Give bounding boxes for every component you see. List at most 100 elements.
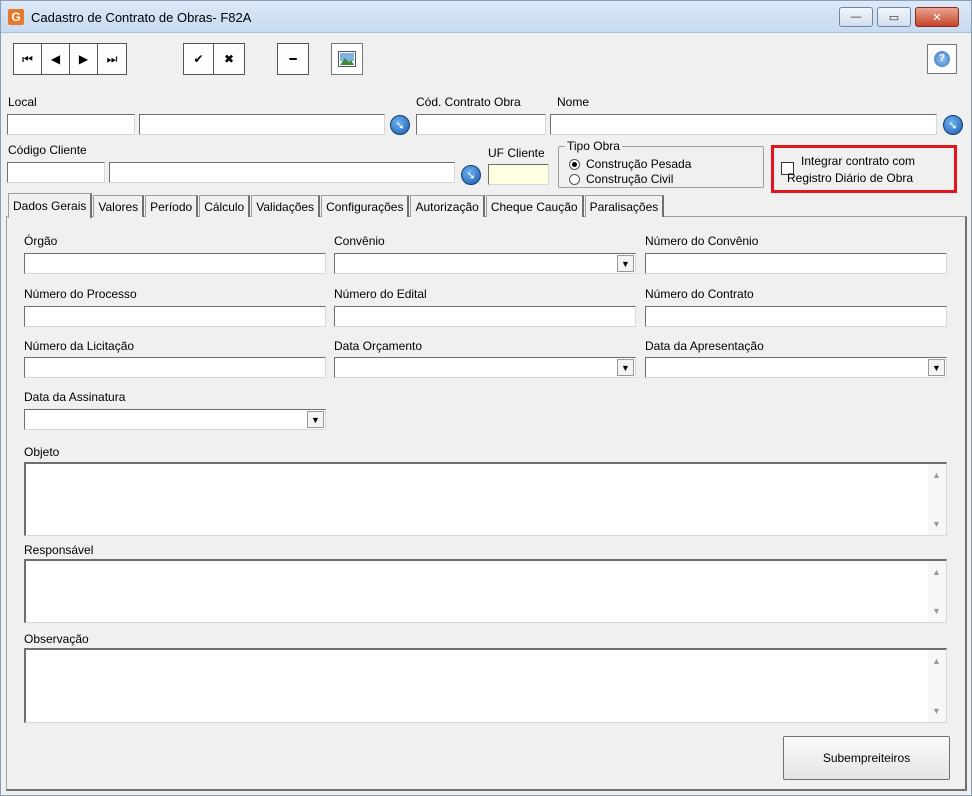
tab-cheque-caucao[interactable]: Cheque Caução [485,195,584,217]
previous-record-button[interactable]: ◀ [42,44,70,74]
responsavel-scrollbar[interactable]: ▲ ▼ [928,561,946,622]
codigo-cliente-label: Código Cliente [8,143,87,157]
next-icon: ▶ [78,52,89,66]
last-icon: ⏭ [106,51,118,66]
radio-construcao-civil[interactable]: Construção Civil [569,172,673,186]
tab-autorizacao[interactable]: Autorização [410,195,485,217]
numero-edital-input[interactable] [334,306,636,327]
numero-processo-label: Número do Processo [24,287,137,301]
minimize-button[interactable]: — [839,7,873,27]
data-orcamento-picker[interactable]: ▼ [334,357,636,378]
construcao-pesada-label: Construção Pesada [586,157,692,171]
radio-construcao-pesada[interactable]: Construção Pesada [569,157,691,171]
numero-edital-label: Número do Edital [334,287,427,301]
tab-configuracoes[interactable]: Configurações [321,195,410,217]
numero-contrato-input[interactable] [645,306,947,327]
subempreiteiros-button[interactable]: Subempreiteiros [783,736,950,780]
responsavel-textarea[interactable]: ▲ ▼ [24,559,947,623]
app-icon: G [8,9,24,25]
nome-lookup-button[interactable]: ➘ [943,115,963,135]
numero-contrato-label: Número do Contrato [645,287,754,301]
minus-icon: ━ [289,52,297,66]
local-label: Local [8,95,37,109]
cliente-name-input[interactable] [109,162,455,183]
record-navigation-group: ⏮ ◀ ▶ ⏭ [13,43,127,75]
confirm-button[interactable]: ✔ [184,44,214,74]
chevron-down-icon[interactable]: ▼ [307,411,324,428]
scroll-up-icon[interactable]: ▲ [932,656,941,666]
cod-contrato-label: Cód. Contrato Obra [416,95,521,109]
local-code-input[interactable] [7,114,135,135]
numero-processo-input[interactable] [24,306,326,327]
x-icon: ✖ [223,52,235,66]
tab-calculo[interactable]: Cálculo [199,195,251,217]
objeto-scrollbar[interactable]: ▲ ▼ [928,464,946,535]
cod-contrato-input[interactable] [416,114,546,135]
nome-label: Nome [557,95,590,109]
integrar-label-line1: Integrar contrato com [801,154,916,168]
data-assinatura-label: Data da Assinatura [24,390,126,404]
observacao-textarea[interactable]: ▲ ▼ [24,648,947,723]
tab-dados-gerais[interactable]: Dados Gerais [8,193,93,218]
numero-licitacao-label: Número da Licitação [24,339,135,353]
cliente-lookup-button[interactable]: ➘ [461,165,481,185]
responsavel-label: Responsável [24,543,94,557]
next-record-button[interactable]: ▶ [70,44,98,74]
objeto-textarea[interactable]: ▲ ▼ [24,462,947,536]
landscape-image-icon [338,51,356,67]
image-button[interactable] [332,44,362,74]
orgao-label: Órgão [24,234,58,248]
radio-dot-selected [569,158,580,170]
maximize-icon: ▭ [888,11,900,24]
numero-convenio-input[interactable] [645,253,947,274]
tab-validacoes[interactable]: Validações [251,195,321,217]
observacao-scrollbar[interactable]: ▲ ▼ [928,650,946,722]
nome-input[interactable] [550,114,937,135]
close-button[interactable]: ✕ [915,7,959,27]
integrar-highlight-box [771,145,957,193]
chevron-down-icon[interactable]: ▼ [617,359,634,376]
data-assinatura-picker[interactable]: ▼ [24,409,326,430]
integrar-label-line2: Registro Diário de Obra [787,171,914,185]
local-lookup-button[interactable]: ➘ [390,115,410,135]
scroll-down-icon[interactable]: ▼ [932,706,941,716]
scroll-up-icon[interactable]: ▲ [932,567,941,577]
main-window: G Cadastro de Contrato de Obras- F82A — … [0,0,972,796]
tab-bar: Dados Gerais Valores Período Cálculo Val… [8,193,665,218]
numero-licitacao-input[interactable] [24,357,326,378]
edit-action-group: ✔ ✖ [183,43,245,75]
local-name-input[interactable] [139,114,385,135]
help-button[interactable]: ? [927,44,957,74]
data-orcamento-label: Data Orçamento [334,339,423,353]
help-circle-icon: ? [934,51,950,67]
data-apresentacao-label: Data da Apresentação [645,339,764,353]
tab-paralisacoes[interactable]: Paralisações [584,195,665,217]
scroll-up-icon[interactable]: ▲ [932,470,941,480]
minimize-icon: — [850,11,862,23]
last-record-button[interactable]: ⏭ [98,44,126,74]
scroll-down-icon[interactable]: ▼ [932,519,941,529]
construcao-civil-label: Construção Civil [586,172,674,186]
data-apresentacao-picker[interactable]: ▼ [645,357,947,378]
delete-button[interactable]: ━ [278,44,308,74]
cancel-button[interactable]: ✖ [214,44,244,74]
title-bar: G Cadastro de Contrato de Obras- F82A — … [1,1,971,33]
orgao-input[interactable] [24,253,326,274]
uf-cliente-label: UF Cliente [488,146,545,160]
tab-periodo[interactable]: Período [145,195,199,217]
radio-dot [569,173,580,185]
check-icon: ✔ [193,52,204,66]
codigo-cliente-input[interactable] [7,162,105,183]
objeto-label: Objeto [24,445,60,459]
scroll-down-icon[interactable]: ▼ [932,606,941,616]
chevron-down-icon[interactable]: ▼ [617,255,634,272]
first-record-button[interactable]: ⏮ [14,44,42,74]
tab-valores[interactable]: Valores [93,195,145,217]
chevron-down-icon[interactable]: ▼ [928,359,945,376]
uf-cliente-input[interactable] [488,164,549,185]
maximize-button[interactable]: ▭ [877,7,911,27]
previous-icon: ◀ [50,52,61,66]
convenio-select[interactable]: ▼ [334,253,636,274]
image-group [331,43,363,75]
numero-convenio-label: Número do Convênio [645,234,759,248]
